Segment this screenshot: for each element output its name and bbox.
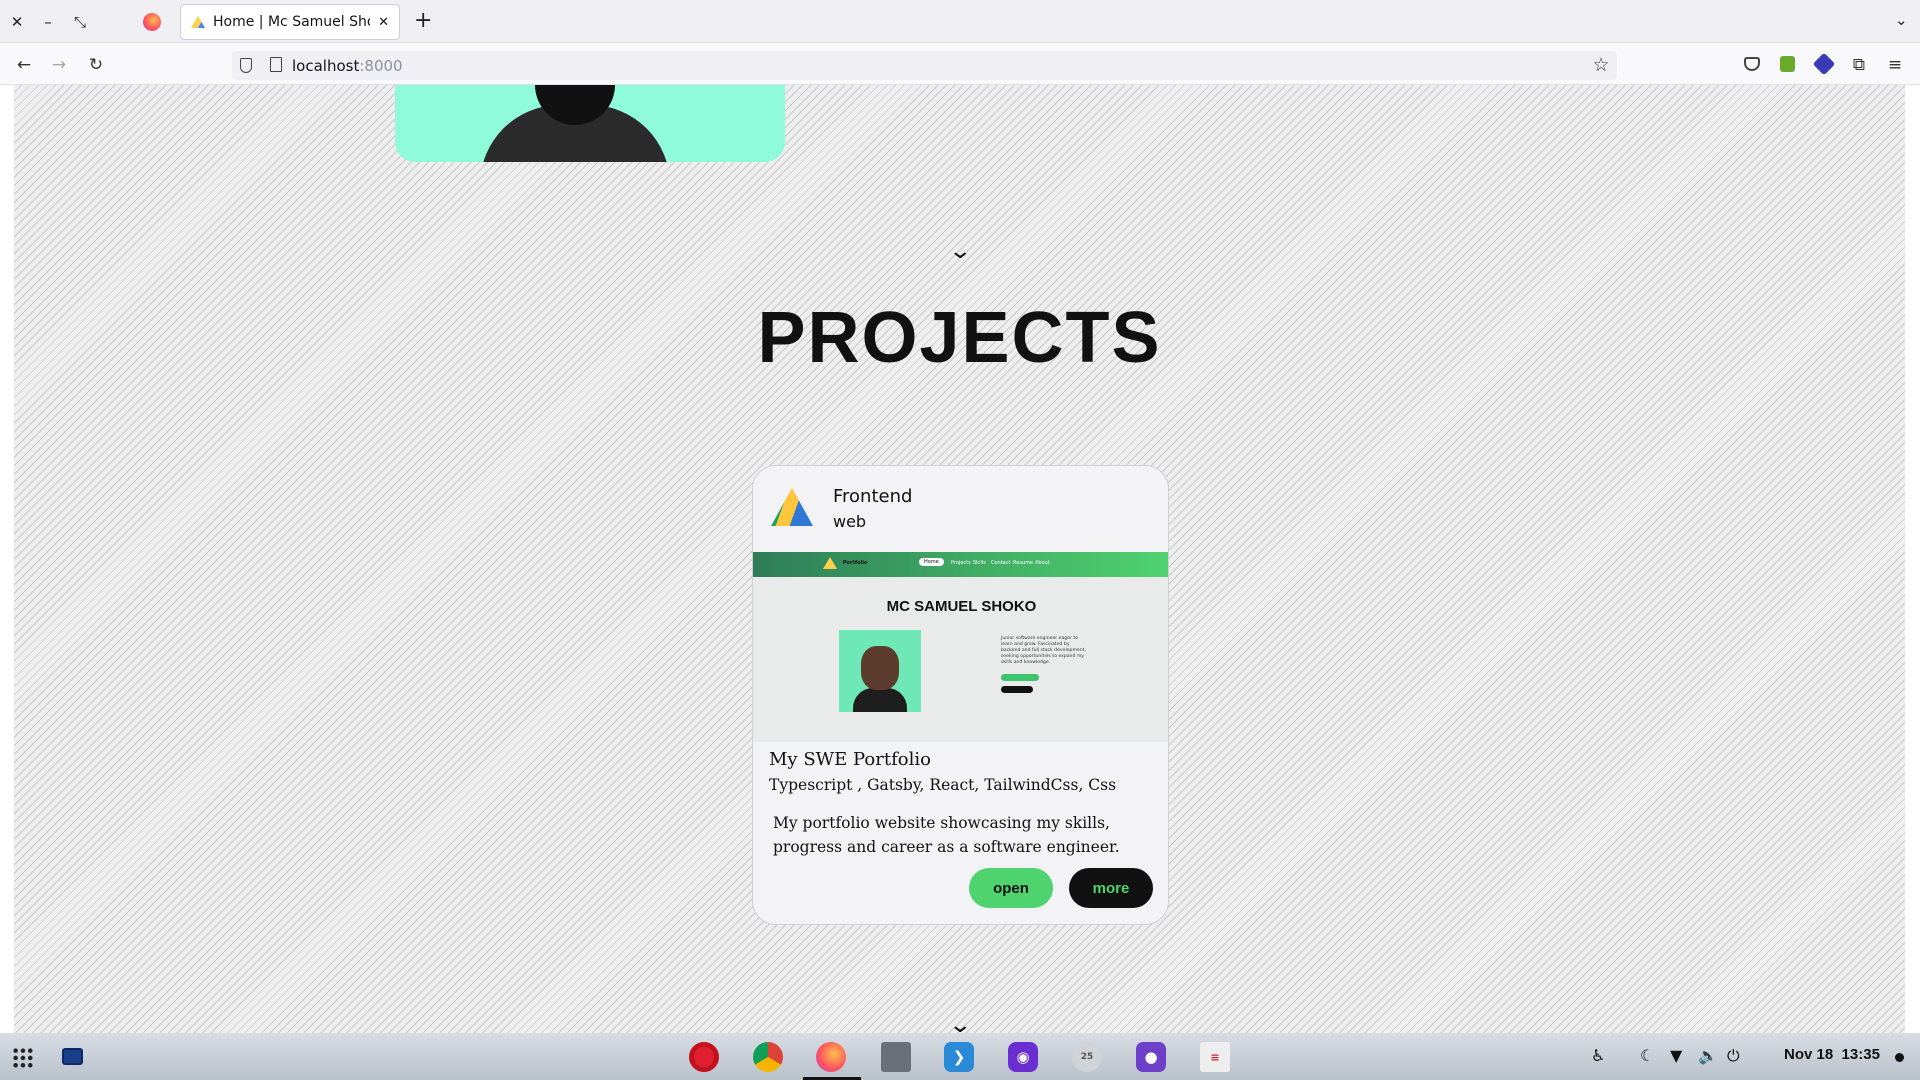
files-icon[interactable] (881, 1042, 911, 1072)
screenshot-nav-contact: Contact (991, 560, 1011, 566)
project-stack: Typescript , Gatsby, React, TailwindCss,… (769, 776, 1117, 794)
project-description: My portfolio website showcasing my skill… (773, 814, 1120, 856)
screenshot-nav-home: Home (919, 558, 944, 566)
power-icon[interactable]: ⏻ (1727, 1046, 1740, 1066)
url-host: localhost (292, 56, 360, 75)
tracking-protection-shield-icon[interactable] (240, 58, 252, 73)
close-window-icon[interactable]: ✕ (7, 12, 27, 32)
notification-dot-icon[interactable] (1895, 1053, 1904, 1062)
extensions-puzzle-icon[interactable]: ⧉ (1846, 52, 1872, 78)
vscode-icon[interactable]: ❯ (944, 1042, 974, 1072)
page-info-icon[interactable] (270, 57, 282, 72)
screenshot-nav-resume: Resume (1013, 560, 1034, 566)
scroll-down-chevron-icon-bottom[interactable]: ⌄ (948, 1013, 972, 1033)
url-bar[interactable]: localhost:8000 (232, 51, 1617, 80)
extension-leaf-icon[interactable] (1780, 56, 1795, 72)
list-all-tabs-icon[interactable]: ⌄ (1895, 11, 1908, 29)
profile-avatar-image (395, 85, 785, 162)
project-card: Frontend web Portfolio Home Projects Ski… (752, 465, 1169, 925)
github-desktop-icon[interactable]: ● (1136, 1042, 1166, 1072)
calendar-icon[interactable]: 25 (1072, 1042, 1102, 1072)
project-type: web (833, 512, 867, 531)
screenshot-avatar-face (861, 646, 899, 690)
url-port: :8000 (359, 56, 403, 75)
screenshot-navbar: Portfolio Home Projects Skills Contact R… (753, 552, 1168, 577)
section-title: PROJECTS (757, 298, 1162, 378)
screenshot-logo-icon (823, 557, 837, 569)
firefox-view-icon[interactable] (143, 13, 161, 31)
bookmark-star-icon[interactable]: ☆ (1588, 52, 1614, 78)
accessibility-icon[interactable]: ♿ (1591, 1046, 1605, 1065)
screenshot-heading: MC SAMUEL SHOKO (886, 598, 1037, 615)
screenshot-button-dark (1001, 686, 1033, 693)
app-menu-icon[interactable]: ≡ (1882, 52, 1908, 78)
clock-date: Nov 18 (1784, 1046, 1834, 1063)
tab-home[interactable]: Home | Mc Samuel Shoko ✕ (180, 4, 400, 40)
close-tab-icon[interactable]: ✕ (378, 15, 389, 30)
project-category: Frontend (833, 486, 913, 507)
text-editor-icon[interactable]: ≡ (1200, 1042, 1230, 1072)
screenshot-nav-skills: Skills (973, 560, 986, 566)
restore-window-icon[interactable]: ⤡ (70, 12, 90, 32)
forward-button-icon[interactable]: → (46, 52, 72, 78)
night-light-icon[interactable]: ☾ (1640, 1046, 1654, 1065)
back-button-icon[interactable]: ← (11, 52, 37, 78)
clock-time: 13:35 (1841, 1046, 1880, 1063)
firefox-icon[interactable] (816, 1042, 846, 1072)
page-viewport: ⌄ PROJECTS Frontend web Portfolio Home P… (14, 85, 1905, 1033)
scroll-down-chevron-icon[interactable]: ⌄ (948, 239, 972, 264)
workspaces-icon[interactable] (62, 1048, 83, 1065)
chrome-icon[interactable] (753, 1042, 783, 1072)
project-card-header: Frontend web (753, 466, 1168, 551)
screenshot-button-green (1001, 674, 1039, 681)
screenshot-avatar-torso (853, 688, 907, 712)
more-project-button[interactable]: more (1069, 868, 1153, 908)
screenshot-nav-about: About (1035, 560, 1050, 566)
reload-button-icon[interactable]: ↻ (83, 52, 109, 78)
wifi-icon[interactable]: ▼ (1670, 1046, 1682, 1065)
project-screenshot: Portfolio Home Projects Skills Contact R… (753, 552, 1168, 742)
open-project-button[interactable]: open (969, 868, 1053, 908)
tab-title: Home | Mc Samuel Shoko (213, 14, 370, 30)
screenshot-nav-projects: Projects (951, 560, 971, 566)
new-tab-button[interactable]: + (414, 8, 432, 33)
tor-browser-icon[interactable]: ◉ (1008, 1042, 1038, 1072)
google-drive-favicon-icon (191, 16, 205, 28)
app-grid-icon[interactable] (12, 1047, 34, 1069)
minimize-window-icon[interactable]: – (38, 12, 58, 32)
project-logo-icon (771, 488, 813, 526)
screenshot-avatar (839, 630, 921, 712)
opera-icon[interactable] (689, 1042, 719, 1072)
screenshot-bio: Junior software engineer eager to learn … (1001, 636, 1086, 665)
screenshot-brand: Portfolio (843, 560, 868, 566)
volume-icon[interactable]: 🔈 (1698, 1046, 1718, 1065)
project-name: My SWE Portfolio (769, 749, 931, 770)
taskbar-clock[interactable]: Nov 18 13:35 (1784, 1046, 1880, 1063)
